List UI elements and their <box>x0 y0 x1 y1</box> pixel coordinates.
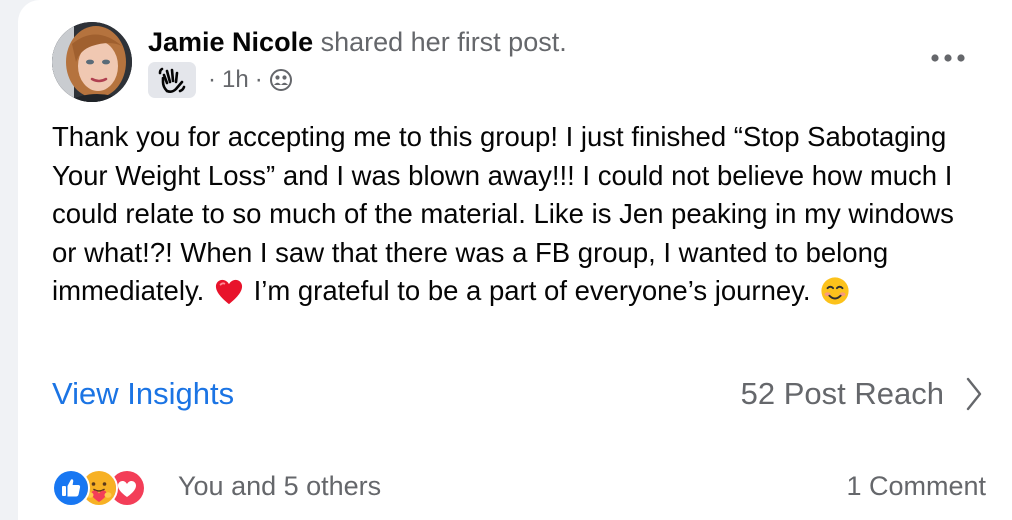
author-avatar[interactable] <box>52 22 132 102</box>
like-icon <box>52 469 90 507</box>
post-meta: · 1h · <box>148 62 293 98</box>
comments-count-button[interactable]: 1 Comment <box>846 466 986 506</box>
waving-hand-icon <box>158 67 186 93</box>
reactions-summary[interactable]: You and 5 others <box>52 466 382 507</box>
meta-separator: · <box>254 66 263 93</box>
author-name[interactable]: Jamie Nicole <box>148 27 313 57</box>
new-member-badge[interactable] <box>148 62 196 98</box>
chevron-right-icon <box>966 377 982 411</box>
group-privacy-icon[interactable] <box>269 68 293 92</box>
more-options-icon <box>931 54 965 62</box>
reaction-icons <box>52 467 164 507</box>
post-header-line: Jamie Nicole shared her first post. <box>148 26 567 58</box>
post-body: Thank you for accepting me to this group… <box>52 118 972 317</box>
smiling-face-emoji <box>820 276 850 317</box>
more-options-button[interactable] <box>928 48 968 68</box>
avatar-photo <box>52 22 132 102</box>
post-time[interactable]: 1h <box>222 66 249 94</box>
post-reach-button[interactable]: 52 Post Reach <box>741 375 982 413</box>
post-card: Jamie Nicole shared her first post. · 1h… <box>18 0 1012 520</box>
post-text-end: I’m grateful to be a part of everyone’s … <box>253 275 811 306</box>
reactions-text: You and 5 others <box>178 470 382 501</box>
red-heart-emoji <box>214 278 244 317</box>
post-reach-label: 52 Post Reach <box>740 376 944 411</box>
author-action-text: shared her first post. <box>320 27 567 57</box>
meta-separator: · <box>208 66 216 93</box>
view-insights-link[interactable]: View Insights <box>52 375 234 413</box>
